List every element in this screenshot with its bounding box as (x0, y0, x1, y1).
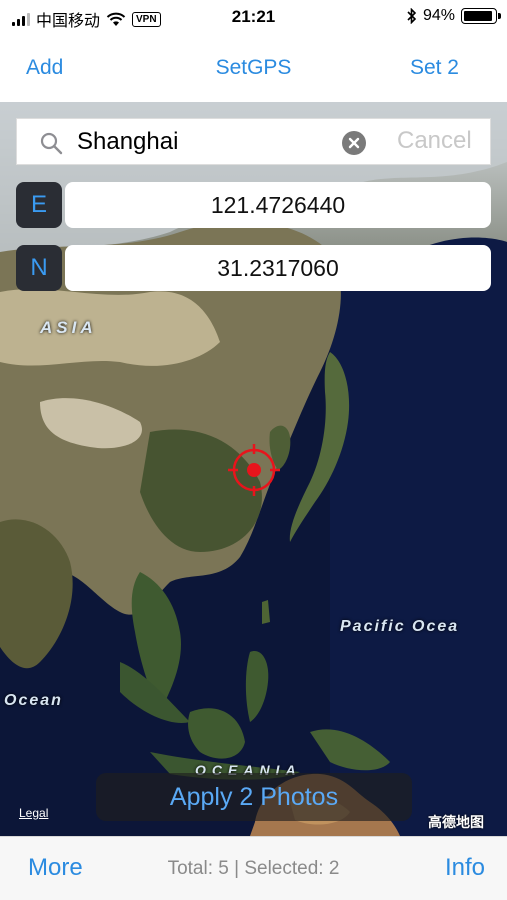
search-icon (40, 132, 63, 155)
clear-search-icon[interactable] (342, 131, 366, 155)
longitude-field[interactable] (65, 182, 491, 228)
latitude-tag: N (16, 245, 62, 291)
bluetooth-icon (407, 8, 417, 24)
map-label-asia: ASIA (40, 318, 97, 337)
map-label-pacific-ocean: Pacific Ocea (340, 618, 460, 635)
map-attribution: 高德地图 (428, 814, 484, 830)
set-button[interactable]: Set 2 (410, 56, 459, 80)
apply-photos-button[interactable]: Apply 2 Photos (96, 773, 412, 821)
legal-link[interactable]: Legal (19, 806, 48, 820)
longitude-tag: E (16, 182, 62, 228)
close-icon (348, 137, 360, 149)
nav-bar: Add SetGPS Set 2 (0, 36, 507, 102)
cancel-button[interactable]: Cancel (397, 127, 472, 155)
battery-percent: 94% (422, 7, 455, 24)
battery-fill (464, 11, 493, 21)
info-button[interactable]: Info (445, 854, 485, 882)
map-label-ocean: Ocean (4, 692, 63, 709)
latitude-field[interactable] (65, 245, 491, 291)
longitude-row: E (16, 182, 491, 229)
search-input[interactable] (77, 125, 347, 159)
selection-status: Total: 5 | Selected: 2 (167, 858, 340, 879)
battery-icon (461, 8, 501, 24)
location-target-icon[interactable] (226, 442, 282, 498)
bottom-toolbar: More Total: 5 | Selected: 2 Info (0, 836, 507, 900)
status-right: 94% (407, 7, 501, 25)
status-bar: 中国移动 VPN 21:21 94% (0, 0, 507, 36)
latitude-row: N (16, 245, 491, 292)
search-bar: Cancel (16, 118, 491, 165)
